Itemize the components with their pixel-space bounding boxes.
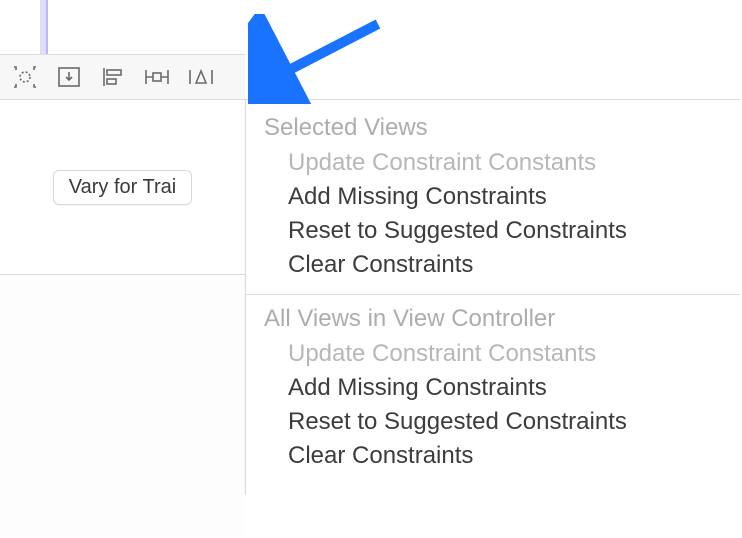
resolve-auto-layout-menu: Selected Views Update Constraint Constan… [245, 99, 740, 495]
menu-item-add-missing-all[interactable]: Add Missing Constraints [246, 371, 740, 405]
resolve-issues-icon[interactable] [186, 64, 216, 90]
vary-for-traits-button[interactable]: Vary for Trai [53, 170, 192, 205]
align-icon[interactable] [98, 64, 128, 90]
menu-item-update-constants-all: Update Constraint Constants [246, 337, 740, 371]
menu-item-clear-selected[interactable]: Clear Constraints [246, 248, 740, 282]
auto-layout-toolbar [0, 54, 245, 100]
traits-bar: Vary for Trai [0, 100, 245, 275]
update-frames-icon[interactable] [10, 64, 40, 90]
menu-item-reset-suggested-all[interactable]: Reset to Suggested Constraints [246, 405, 740, 439]
canvas-selection-line [46, 0, 48, 54]
menu-item-clear-all[interactable]: Clear Constraints [246, 439, 740, 473]
menu-section-header-selected: Selected Views [246, 100, 740, 146]
add-constraints-icon[interactable] [142, 64, 172, 90]
left-empty-area [0, 275, 245, 538]
menu-item-add-missing-selected[interactable]: Add Missing Constraints [246, 180, 740, 214]
menu-item-reset-suggested-selected[interactable]: Reset to Suggested Constraints [246, 214, 740, 248]
annotation-arrow [248, 14, 388, 104]
embed-in-icon[interactable] [54, 64, 84, 90]
menu-item-update-constants-selected: Update Constraint Constants [246, 146, 740, 180]
menu-section-header-all: All Views in View Controller [246, 295, 740, 337]
